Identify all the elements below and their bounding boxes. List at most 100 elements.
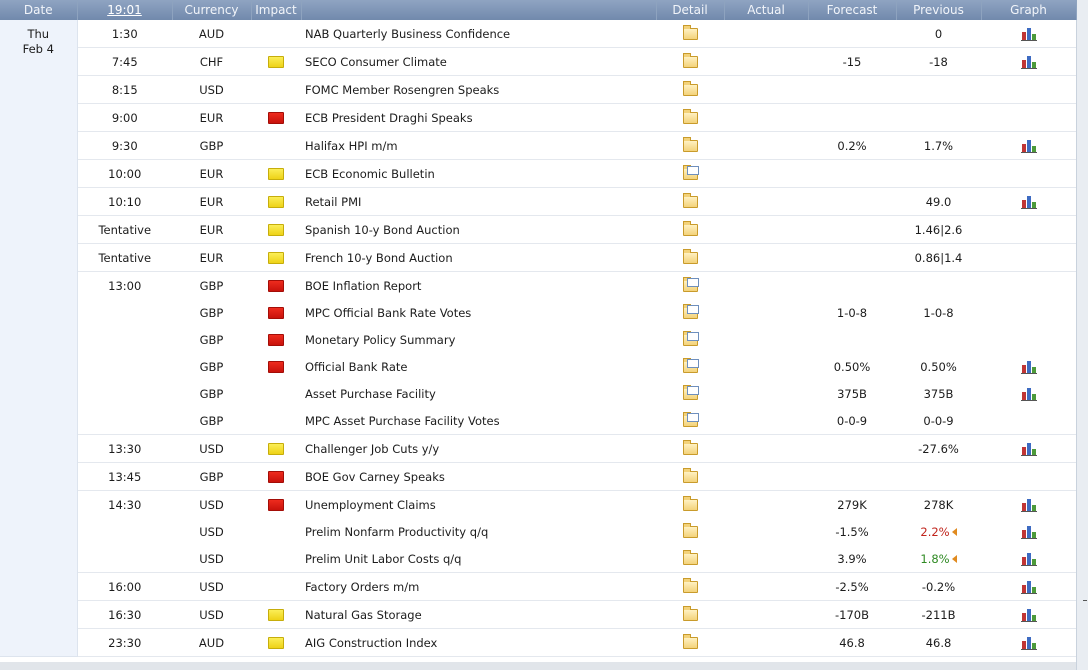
bar-chart-icon[interactable] [1020, 387, 1037, 401]
impact-cell [251, 326, 301, 353]
detail-cell[interactable] [656, 20, 724, 48]
folder-icon[interactable] [682, 468, 698, 483]
event-name: Prelim Nonfarm Productivity q/q [305, 524, 489, 539]
graph-cell[interactable] [981, 545, 1076, 573]
bar-chart-icon[interactable] [1020, 636, 1037, 650]
current-time-link[interactable]: 19:01 [107, 3, 142, 17]
folder-doc-icon[interactable] [682, 358, 699, 373]
calendar-panel: Date 19:01 Currency Impact Detail Actual… [0, 0, 1077, 670]
impact-cell [251, 75, 301, 104]
folder-icon[interactable] [682, 81, 698, 96]
bar-chart-icon[interactable] [1020, 580, 1037, 594]
detail-cell[interactable] [656, 47, 724, 76]
folder-doc-icon[interactable] [682, 331, 699, 346]
detail-cell[interactable] [656, 326, 724, 353]
detail-cell[interactable] [656, 407, 724, 435]
event-forecast: 46.8 [808, 628, 896, 657]
detail-cell[interactable] [656, 75, 724, 104]
folder-icon[interactable] [682, 249, 698, 264]
table-row: GBP Asset Purchase Facility 375B 375B [0, 380, 1076, 407]
detail-cell[interactable] [656, 462, 724, 491]
folder-icon[interactable] [682, 137, 698, 152]
graph-cell[interactable] [981, 572, 1076, 601]
folder-icon[interactable] [682, 193, 698, 208]
bar-chart-icon[interactable] [1020, 139, 1037, 153]
table-row: 7:45 CHF SECO Consumer Climate -15 -18 [0, 47, 1076, 76]
bar-chart-icon[interactable] [1020, 552, 1037, 566]
folder-icon[interactable] [682, 578, 698, 593]
folder-icon[interactable] [682, 440, 698, 455]
graph-cell[interactable] [981, 353, 1076, 380]
impact-cell [251, 380, 301, 407]
detail-cell[interactable] [656, 159, 724, 188]
detail-cell[interactable] [656, 353, 724, 380]
event-name: Monetary Policy Summary [305, 332, 456, 347]
event-forecast [808, 462, 896, 491]
bar-chart-icon[interactable] [1020, 27, 1037, 41]
bar-chart-icon[interactable] [1020, 608, 1037, 622]
detail-cell[interactable] [656, 518, 724, 545]
folder-doc-icon[interactable] [682, 385, 699, 400]
graph-cell[interactable] [981, 187, 1076, 216]
graph-cell[interactable] [981, 628, 1076, 657]
detail-cell[interactable] [656, 380, 724, 407]
graph-cell[interactable] [981, 491, 1076, 519]
bar-chart-icon[interactable] [1020, 195, 1037, 209]
bar-chart-icon[interactable] [1020, 55, 1037, 69]
previous-value: 1.7% [923, 138, 954, 153]
horizontal-scrollbar[interactable] [0, 662, 1076, 670]
event-actual [724, 20, 808, 48]
graph-cell[interactable] [981, 47, 1076, 76]
detail-cell[interactable] [656, 187, 724, 216]
table-row: 16:00 USD Factory Orders m/m -2.5% -0.2% [0, 572, 1076, 601]
folder-icon[interactable] [682, 606, 698, 621]
folder-icon[interactable] [682, 221, 698, 236]
event-currency: USD [172, 600, 251, 629]
impact-cell [251, 20, 301, 48]
detail-cell[interactable] [656, 103, 724, 132]
bar-chart-icon[interactable] [1020, 442, 1037, 456]
detail-cell[interactable] [656, 600, 724, 629]
folder-icon[interactable] [682, 550, 698, 565]
detail-cell[interactable] [656, 131, 724, 160]
detail-cell[interactable] [656, 215, 724, 244]
detail-cell[interactable] [656, 434, 724, 463]
graph-cell[interactable] [981, 600, 1076, 629]
event-currency: EUR [172, 159, 251, 188]
event-actual [724, 407, 808, 435]
detail-cell[interactable] [656, 545, 724, 573]
graph-cell[interactable] [981, 380, 1076, 407]
graph-cell[interactable] [981, 131, 1076, 160]
event-forecast [808, 326, 896, 353]
event-forecast [808, 434, 896, 463]
event-time: 23:30 [77, 628, 172, 657]
event-name: MPC Asset Purchase Facility Votes [301, 407, 656, 435]
table-row: GBP MPC Asset Purchase Facility Votes 0-0-… [0, 407, 1076, 435]
detail-cell[interactable] [656, 628, 724, 657]
folder-icon[interactable] [682, 53, 698, 68]
detail-cell[interactable] [656, 299, 724, 326]
col-time[interactable]: 19:01 [77, 0, 173, 20]
folder-doc-icon[interactable] [682, 412, 699, 427]
folder-doc-icon[interactable] [682, 304, 699, 319]
event-previous [896, 462, 981, 491]
folder-doc-icon[interactable] [682, 277, 699, 292]
folder-icon[interactable] [682, 523, 698, 538]
folder-doc-icon[interactable] [682, 165, 699, 180]
revised-arrow-icon [951, 528, 957, 536]
folder-icon[interactable] [682, 496, 698, 511]
folder-icon[interactable] [682, 634, 698, 649]
detail-cell[interactable] [656, 243, 724, 272]
detail-cell[interactable] [656, 491, 724, 519]
event-currency: USD [172, 75, 251, 104]
detail-cell[interactable] [656, 272, 724, 300]
detail-cell[interactable] [656, 572, 724, 601]
graph-cell[interactable] [981, 518, 1076, 545]
bar-chart-icon[interactable] [1020, 525, 1037, 539]
graph-cell[interactable] [981, 434, 1076, 463]
graph-cell[interactable] [981, 20, 1076, 48]
folder-icon[interactable] [682, 109, 698, 124]
bar-chart-icon[interactable] [1020, 498, 1037, 512]
folder-icon[interactable] [682, 25, 698, 40]
bar-chart-icon[interactable] [1020, 360, 1037, 374]
